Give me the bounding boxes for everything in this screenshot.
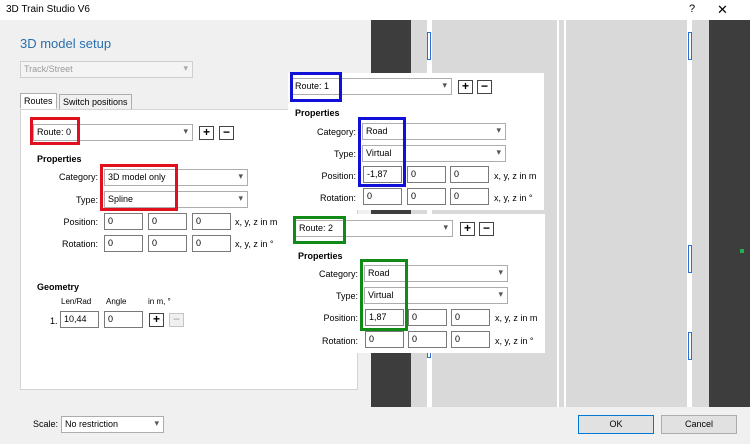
route-1-rotation-z[interactable]: 0 — [450, 188, 489, 205]
route-1-category-select[interactable]: Road ▾ — [362, 123, 506, 140]
position-unit: x, y, z in m — [495, 313, 538, 323]
type-label: Type: — [333, 149, 356, 159]
chevron-down-icon: ▾ — [154, 418, 159, 428]
route-2-position-y[interactable]: 0 — [408, 309, 447, 326]
route-2-position-x[interactable]: 1,87 — [365, 309, 404, 326]
geometry-row-index: 1. — [50, 316, 58, 326]
help-button[interactable]: ? — [689, 3, 695, 15]
route-1-rotation-x[interactable]: 0 — [363, 188, 402, 205]
route-2-position-z[interactable]: 0 — [451, 309, 490, 326]
chevron-down-icon: ▾ — [498, 267, 503, 277]
chevron-down-icon: ▾ — [498, 289, 503, 299]
add-route-button[interactable]: + — [460, 222, 475, 236]
route-0-select[interactable]: Route: 0 ▾ — [33, 124, 193, 141]
route-1-position-z[interactable]: 0 — [450, 166, 489, 183]
route-0-rotation-y[interactable]: 0 — [148, 235, 187, 252]
position-unit: x, y, z in m — [235, 217, 278, 227]
route-2-type-select[interactable]: Virtual ▾ — [364, 287, 508, 304]
cancel-button[interactable]: Cancel — [661, 415, 737, 434]
add-segment-button[interactable]: + — [149, 313, 164, 327]
tab-routes[interactable]: Routes — [20, 93, 57, 109]
type-label: Type: — [335, 291, 358, 301]
route-2-category-select[interactable]: Road ▾ — [364, 265, 508, 282]
properties-heading: Properties — [37, 154, 82, 164]
rotation-label: Rotation: — [319, 193, 356, 203]
model-type-select: Track/Street ▾ — [20, 61, 193, 78]
segment-angle-input[interactable]: 0 — [104, 311, 143, 328]
route-0-rotation-z[interactable]: 0 — [192, 235, 231, 252]
center-line-right — [564, 20, 566, 407]
scale-select[interactable]: No restriction ▾ — [61, 416, 164, 433]
geometry-heading: Geometry — [37, 282, 80, 292]
chevron-down-icon: ▾ — [183, 126, 188, 136]
route-1-rotation-y[interactable]: 0 — [407, 188, 446, 205]
remove-route-button[interactable]: − — [479, 222, 494, 236]
route-2-select[interactable]: Route: 2 ▾ — [295, 220, 453, 237]
chevron-down-icon: ▾ — [238, 171, 243, 181]
chevron-down-icon: ▾ — [443, 222, 448, 232]
chevron-down-icon: ▾ — [183, 63, 188, 73]
route-1-select[interactable]: Route: 1 ▾ — [291, 78, 452, 95]
dialog-window: 3D Train Studio V6 ? ✕ 3D model setup Tr… — [0, 0, 750, 444]
route-0-category-select[interactable]: 3D model only ▾ — [104, 169, 248, 186]
center-line-left — [557, 20, 559, 407]
route-0-position-z[interactable]: 0 — [192, 213, 231, 230]
route-1-position-y[interactable]: 0 — [407, 166, 446, 183]
lane-marker — [688, 332, 692, 360]
segment-len-rad-input[interactable]: 10,44 — [60, 311, 99, 328]
chevron-down-icon: ▾ — [496, 147, 501, 157]
add-route-button[interactable]: + — [458, 80, 473, 94]
chevron-down-icon: ▾ — [238, 193, 243, 203]
route-0-rotation-x[interactable]: 0 — [104, 235, 143, 252]
rotation-unit: x, y, z in ° — [495, 336, 534, 346]
route-0-position-y[interactable]: 0 — [148, 213, 187, 230]
chevron-down-icon: ▾ — [496, 125, 501, 135]
route-0-type-select[interactable]: Spline ▾ — [104, 191, 248, 208]
properties-heading: Properties — [295, 108, 340, 118]
tab-switch-positions[interactable]: Switch positions — [59, 94, 132, 110]
route-0-position-x[interactable]: 0 — [104, 213, 143, 230]
route-2-rotation-x[interactable]: 0 — [365, 331, 404, 348]
route-1-position-x[interactable]: -1,87 — [363, 166, 402, 183]
angle-column-label: Angle — [106, 297, 127, 306]
rotation-label: Rotation: — [321, 336, 358, 346]
properties-heading: Properties — [298, 251, 343, 261]
lane-marker — [427, 32, 431, 60]
category-label: Category: — [58, 172, 98, 182]
lane-marker — [688, 245, 692, 273]
category-label: Category: — [316, 127, 356, 137]
origin-marker — [740, 249, 744, 253]
position-label: Position: — [321, 171, 356, 181]
remove-route-button[interactable]: − — [219, 126, 234, 140]
chevron-down-icon: ▾ — [442, 80, 447, 90]
category-label: Category: — [318, 269, 358, 279]
lane-marker — [688, 32, 692, 60]
type-label: Type: — [75, 195, 98, 205]
title-bar: 3D Train Studio V6 ? ✕ — [0, 0, 750, 20]
add-route-button[interactable]: + — [199, 126, 214, 140]
page-title: 3D model setup — [20, 36, 112, 51]
scale-label: Scale: — [33, 419, 59, 429]
remove-route-button[interactable]: − — [477, 80, 492, 94]
route-2-rotation-y[interactable]: 0 — [408, 331, 447, 348]
position-label: Position: — [63, 217, 98, 227]
rotation-unit: x, y, z in ° — [235, 239, 274, 249]
remove-segment-button: − — [169, 313, 184, 327]
position-label: Position: — [323, 313, 358, 323]
route-2-rotation-z[interactable]: 0 — [451, 331, 490, 348]
len-rad-column-label: Len/Rad — [61, 297, 92, 306]
window-title: 3D Train Studio V6 — [6, 4, 90, 15]
rotation-unit: x, y, z in ° — [494, 193, 533, 203]
close-button[interactable]: ✕ — [717, 2, 728, 18]
ok-button[interactable]: OK — [578, 415, 654, 434]
route-1-type-select[interactable]: Virtual ▾ — [362, 145, 506, 162]
geometry-unit-label: in m, ° — [148, 297, 171, 306]
position-unit: x, y, z in m — [494, 171, 537, 181]
rotation-label: Rotation: — [61, 239, 98, 249]
